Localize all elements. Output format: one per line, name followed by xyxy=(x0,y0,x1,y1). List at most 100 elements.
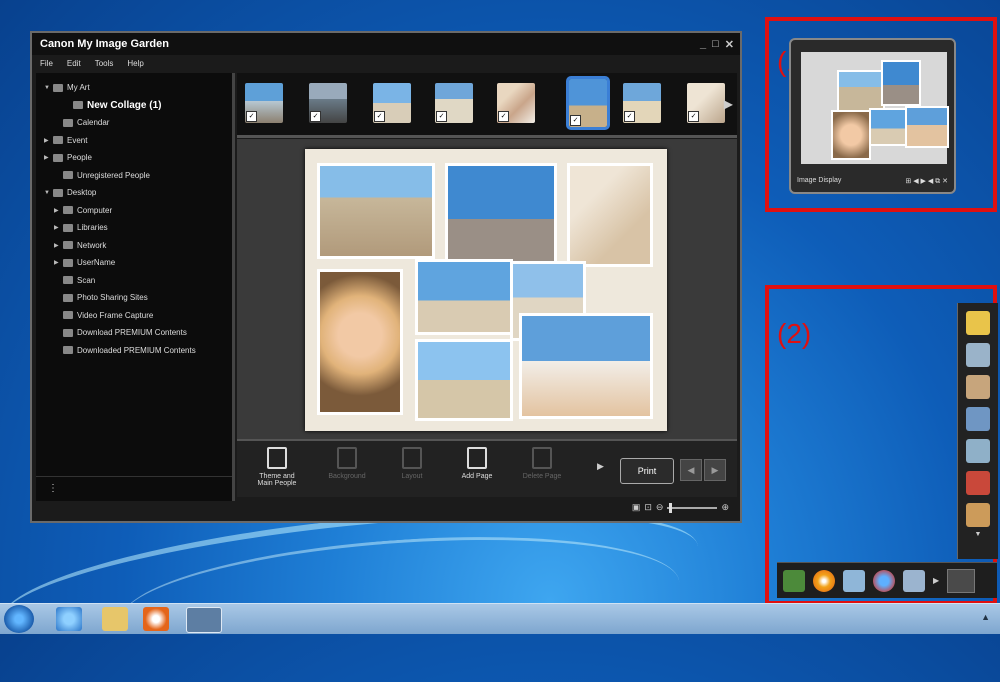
tray-up-icon[interactable]: ▲ xyxy=(981,612,990,622)
scroll-down-icon[interactable]: ▼ xyxy=(958,531,998,538)
close-button[interactable]: ✕ xyxy=(725,38,734,51)
tree-item[interactable]: ▼ My Art xyxy=(36,79,232,97)
app-icon[interactable] xyxy=(783,569,805,592)
tree-item[interactable]: ▶ Libraries xyxy=(36,219,232,237)
checkbox-icon[interactable]: ✓ xyxy=(374,111,385,122)
thumbnail[interactable]: ✓ xyxy=(623,83,661,123)
notes-icon[interactable] xyxy=(966,311,990,335)
thumbnail[interactable]: ✓ xyxy=(687,83,725,123)
gadget-photo xyxy=(881,60,921,106)
collage-icon[interactable] xyxy=(966,375,990,399)
prev-page-button[interactable]: ◀ xyxy=(680,459,702,481)
next-page-button[interactable]: ▶ xyxy=(704,459,726,481)
thumbnail-selected[interactable]: ✓ xyxy=(566,76,610,130)
checkbox-icon[interactable]: ✓ xyxy=(436,111,447,122)
more-icon[interactable]: ▶ xyxy=(597,461,604,472)
tree-item[interactable]: New Collage (1) xyxy=(36,97,232,115)
expand-icon[interactable]: ▶ xyxy=(933,576,939,585)
menu-edit[interactable]: Edit xyxy=(67,59,81,68)
expand-arrow-icon[interactable]: ▶ xyxy=(44,137,53,144)
start-button[interactable] xyxy=(4,605,34,633)
view-mode-icon[interactable]: ▣ xyxy=(632,502,641,513)
tree-item[interactable]: Photo Sharing Sites xyxy=(36,289,232,307)
tree-item[interactable]: Scan xyxy=(36,272,232,290)
menu-file[interactable]: File xyxy=(40,59,53,68)
printer-icon[interactable] xyxy=(966,343,990,367)
more-options-icon[interactable]: ⋮ xyxy=(48,483,58,494)
tree-item[interactable]: ▶ Computer xyxy=(36,202,232,220)
checkbox-icon[interactable]: ✓ xyxy=(498,111,509,122)
thumbnail[interactable]: ✓ xyxy=(309,83,347,123)
tree-item[interactable]: Unregistered People xyxy=(36,167,232,185)
minimize-button[interactable]: _ xyxy=(700,38,706,51)
info-icon[interactable] xyxy=(843,569,865,592)
image-display-gadget[interactable]: Image Display ⊞ ◀ ▶ ◀ ⧉ ✕ xyxy=(789,38,956,194)
gadget-controls[interactable]: ⊞ ◀ ▶ ◀ ⧉ ✕ xyxy=(905,177,948,186)
tree-item[interactable]: ▶ Event xyxy=(36,132,232,150)
delete-page-button[interactable]: Delete Page xyxy=(512,447,572,480)
scroll-right-icon[interactable]: ▶ xyxy=(724,97,733,111)
photo-seal[interactable] xyxy=(317,163,435,259)
house-icon[interactable] xyxy=(966,471,990,495)
thumbnail[interactable]: ✓ xyxy=(373,83,411,123)
add-page-button[interactable]: Add Page xyxy=(447,447,507,480)
fit-icon[interactable]: ⊡ xyxy=(644,502,652,513)
tree-item[interactable]: Downloaded PREMIUM Contents xyxy=(36,342,232,360)
expand-arrow-icon[interactable]: ▼ xyxy=(44,85,53,91)
gadget-photo xyxy=(831,110,871,160)
add-page-label: Add Page xyxy=(461,473,493,480)
expand-arrow-icon[interactable]: ▼ xyxy=(44,190,53,196)
collage-page[interactable] xyxy=(305,149,667,431)
zoom-in-icon[interactable]: ⊕ xyxy=(721,502,729,513)
checkbox-icon[interactable]: ✓ xyxy=(570,115,581,126)
photo-girl-smiling[interactable] xyxy=(317,269,403,415)
menu-tools[interactable]: Tools xyxy=(95,59,114,68)
menu-help[interactable]: Help xyxy=(127,59,143,68)
thumbnail[interactable]: ✓ xyxy=(435,83,473,123)
screen-icon[interactable] xyxy=(947,568,976,593)
checkbox-icon[interactable]: ✓ xyxy=(310,111,321,122)
photo-couple[interactable] xyxy=(519,313,653,419)
explorer-icon[interactable] xyxy=(102,607,128,631)
zoom-slider[interactable] xyxy=(667,502,718,513)
tree-item[interactable]: Download PREMIUM Contents xyxy=(36,324,232,342)
expand-arrow-icon[interactable]: ▶ xyxy=(54,242,63,249)
thumbnail[interactable]: ✓ xyxy=(497,83,535,123)
image-garden-taskbar-icon[interactable] xyxy=(186,607,222,633)
layout-button[interactable]: Layout xyxy=(382,447,442,480)
tree-item[interactable]: ▶ People xyxy=(36,149,232,167)
gadget-collage-preview[interactable] xyxy=(801,52,949,164)
tree-item[interactable]: ▼ Desktop xyxy=(36,184,232,202)
tree-item[interactable]: Calendar xyxy=(36,114,232,132)
zoom-out-icon[interactable]: ⊖ xyxy=(656,502,664,513)
person-icon[interactable] xyxy=(966,503,990,527)
tree-item[interactable]: ▶ UserName xyxy=(36,254,232,272)
expand-arrow-icon[interactable]: ▶ xyxy=(54,207,63,214)
layout-icon[interactable] xyxy=(966,439,990,463)
browser-icon[interactable] xyxy=(56,607,82,631)
media-player-icon[interactable] xyxy=(143,607,169,631)
thumbnail[interactable]: ✓ xyxy=(245,83,283,123)
photo-walking[interactable] xyxy=(415,339,513,421)
globe-icon[interactable] xyxy=(873,569,895,592)
photo-print-icon[interactable] xyxy=(966,407,990,431)
background-button[interactable]: Background xyxy=(317,447,377,480)
window-title: Canon My Image Garden xyxy=(40,38,169,50)
wifi-icon[interactable] xyxy=(813,569,835,592)
zoom-slider-knob[interactable] xyxy=(669,502,673,513)
photo-beach-figure[interactable] xyxy=(415,259,513,335)
expand-arrow-icon[interactable]: ▶ xyxy=(54,259,63,266)
checkbox-icon[interactable]: ✓ xyxy=(624,111,635,122)
theme-and-main-people-button[interactable]: Theme and Main People xyxy=(247,447,307,487)
checkbox-icon[interactable]: ✓ xyxy=(246,111,257,122)
expand-arrow-icon[interactable]: ▶ xyxy=(54,224,63,231)
print-button[interactable]: Print xyxy=(620,458,674,484)
maximize-button[interactable]: □ xyxy=(712,38,719,51)
tree-item[interactable]: Video Frame Capture xyxy=(36,307,232,325)
photo-shells[interactable] xyxy=(567,163,653,267)
photo-kids-jumping[interactable] xyxy=(445,163,557,265)
expand-arrow-icon[interactable]: ▶ xyxy=(44,154,53,161)
checkbox-icon[interactable]: ✓ xyxy=(688,111,699,122)
tree-item[interactable]: ▶ Network xyxy=(36,237,232,255)
document-icon[interactable] xyxy=(903,569,925,592)
